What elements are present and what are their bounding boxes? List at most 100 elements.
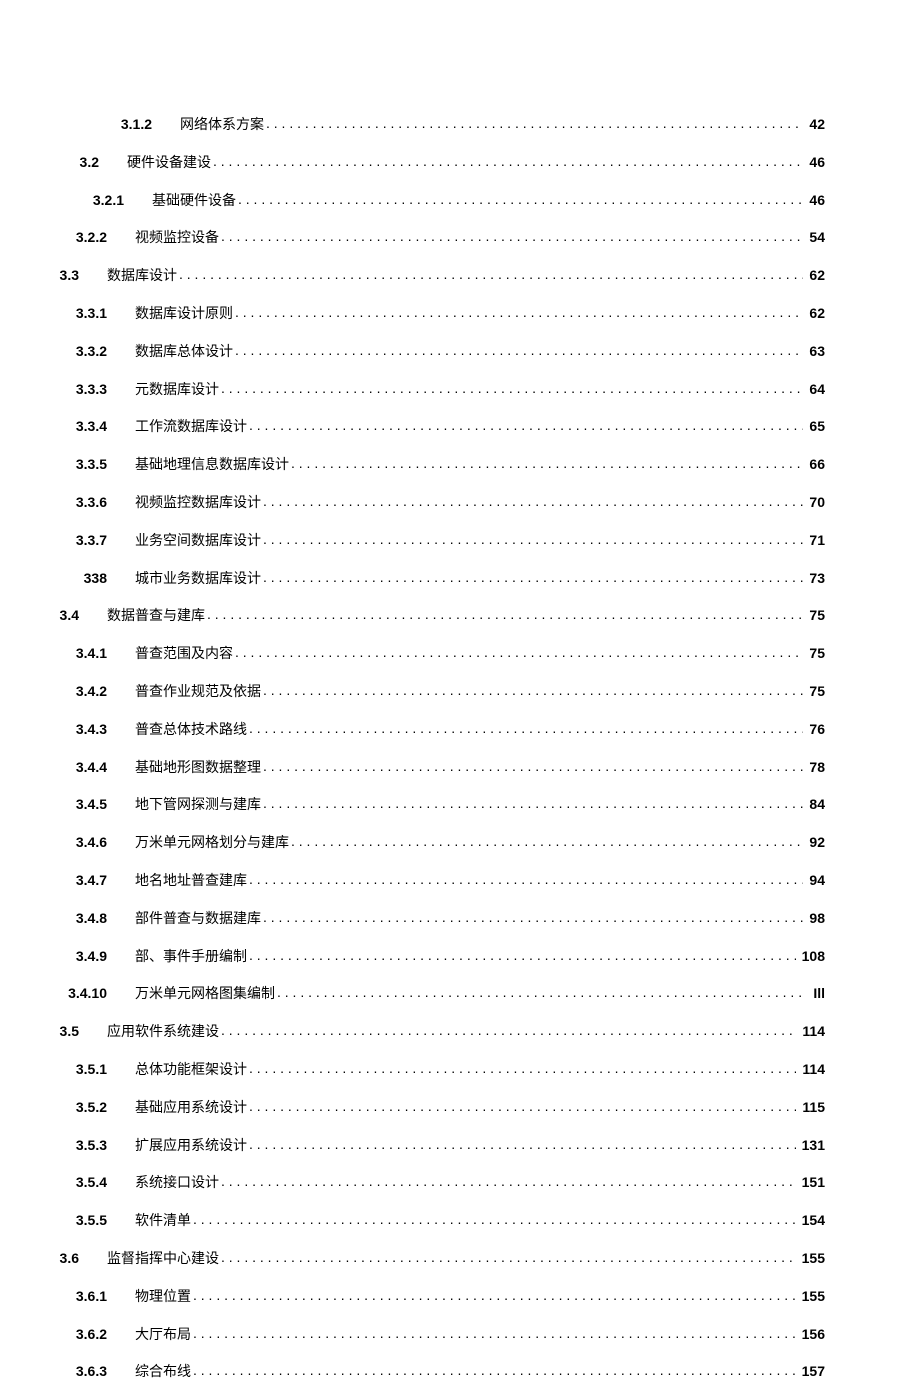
toc-entry: 3.3.6视频监控数据库设计70 xyxy=(0,493,825,513)
toc-entry-number: 3.5.3 xyxy=(0,1137,135,1154)
toc-entry-title: 数据库设计 xyxy=(107,269,177,286)
toc-leader-dots xyxy=(249,720,803,734)
toc-entry-page: 62 xyxy=(805,305,825,322)
toc-entry: 3.4.8部件普查与数据建库98 xyxy=(0,909,825,929)
toc-entry-title: 视频监控数据库设计 xyxy=(135,496,261,513)
toc-entry: 3.2.2视频监控设备54 xyxy=(0,228,825,248)
toc-entry: 3.1.2网络体系方案42 xyxy=(0,115,825,135)
toc-entry-title: 万米单元网格图集编制 xyxy=(135,987,275,1004)
toc-entry-title: 基础硬件设备 xyxy=(152,194,236,211)
toc-entry: 3.6.2大厅布局156 xyxy=(0,1325,825,1345)
toc-entry: 3.6.3综合布线157 xyxy=(0,1362,825,1382)
toc-entry: 3.5.4系统接口设计 151 xyxy=(0,1173,825,1193)
toc-entry-number: 3.5 xyxy=(0,1023,107,1040)
toc-entry-page: 66 xyxy=(805,456,825,473)
toc-entry-page: 63 xyxy=(805,343,825,360)
toc-entry-number: 3.3.2 xyxy=(0,343,135,360)
toc-entry-number: 3.6.1 xyxy=(0,1288,135,1305)
toc-entry-page: 64 xyxy=(805,381,825,398)
toc-entry-title: 数据库总体设计 xyxy=(135,345,233,362)
toc-entry-number: 3.1.2 xyxy=(0,116,180,133)
toc-entry-page: 114 xyxy=(798,1023,825,1040)
toc-leader-dots xyxy=(263,795,803,809)
toc-entry-page: 71 xyxy=(805,532,825,549)
toc-entry-number: 3.6 xyxy=(0,1250,107,1267)
toc-entry-number: 3.4 xyxy=(0,607,107,624)
toc-entry-number: 3.4.10 xyxy=(0,985,135,1002)
toc-leader-dots xyxy=(221,380,803,394)
toc-entry-number: 3.4.6 xyxy=(0,834,135,851)
toc-leader-dots xyxy=(221,1173,796,1187)
toc-entry-number: 3.4.5 xyxy=(0,796,135,813)
toc-entry-title: 元数据库设计 xyxy=(135,383,219,400)
toc-entry: 3.4.6万米单元网格划分与建库92 xyxy=(0,833,825,853)
toc-leader-dots xyxy=(263,682,803,696)
toc-entry: 3.3.1数据库设计原则62 xyxy=(0,304,825,324)
toc-leader-dots xyxy=(179,266,803,280)
toc-leader-dots xyxy=(263,909,803,923)
toc-leader-dots xyxy=(266,115,803,129)
toc-entry-number: 3.6.2 xyxy=(0,1326,135,1343)
toc-entry-title: 地下管网探测与建库 xyxy=(135,798,261,815)
toc-entry: 3.3.3元数据库设计 64 xyxy=(0,380,825,400)
toc-entry-title: 系统接口设计 xyxy=(135,1176,219,1193)
toc-entry: 3.3.4工作流数据库设计65 xyxy=(0,417,825,437)
toc-leader-dots xyxy=(221,1249,796,1263)
toc-entry: 338城市业务数据库设计73 xyxy=(0,569,825,589)
toc-entry-page: 54 xyxy=(805,229,825,246)
toc-entry-title: 应用软件系统建设 xyxy=(107,1025,219,1042)
toc-entry-title: 综合布线 xyxy=(135,1365,191,1382)
toc-entry: 3.6监督指挥中心建设155 xyxy=(0,1249,825,1269)
toc-leader-dots xyxy=(235,342,803,356)
toc-leader-dots xyxy=(263,531,803,545)
toc-entry-title: 视频监控设备 xyxy=(135,231,219,248)
toc-entry-page: 76 xyxy=(805,721,825,738)
toc-leader-dots xyxy=(213,153,803,167)
toc-entry-page: 46 xyxy=(805,154,825,171)
toc-entry-title: 数据库设计原则 xyxy=(135,307,233,324)
toc-entry: 3.3.5基础地理信息数据库设计66 xyxy=(0,455,825,475)
toc-entry-page: 94 xyxy=(805,872,825,889)
toc-entry-page: 98 xyxy=(805,910,825,927)
toc-leader-dots xyxy=(235,304,803,318)
toc-entry: 3.2硬件设备建设46 xyxy=(0,153,825,173)
toc-entry-page: 155 xyxy=(798,1288,825,1305)
toc-entry-page: 151 xyxy=(798,1174,825,1191)
toc-entry-title: 业务空间数据库设计 xyxy=(135,534,261,551)
toc-leader-dots xyxy=(263,569,803,583)
toc-entry-number: 3.3.3 xyxy=(0,381,135,398)
toc-leader-dots xyxy=(249,1098,796,1112)
toc-entry-number: 3.3.7 xyxy=(0,532,135,549)
toc-entry-title: 扩展应用系统设计 xyxy=(135,1139,247,1156)
toc-entry-number: 3.5.4 xyxy=(0,1174,135,1191)
toc-entry-title: 软件清单 xyxy=(135,1214,191,1231)
toc-entry-number: 338 xyxy=(0,570,135,587)
toc-entry-title: 总体功能框架设计 xyxy=(135,1063,247,1080)
toc-leader-dots xyxy=(193,1325,796,1339)
toc-entry-title: 普查总体技术路线 xyxy=(135,723,247,740)
toc-entry: 3.4.4基础地形图数据整理78 xyxy=(0,758,825,778)
toc-entry-number: 3.4.7 xyxy=(0,872,135,889)
toc-entry-page: 78 xyxy=(805,759,825,776)
toc-entry-number: 3.6.3 xyxy=(0,1363,135,1380)
toc-entry-page: 92 xyxy=(805,834,825,851)
toc-entry-title: 基础地形图数据整理 xyxy=(135,761,261,778)
toc-entry-title: 普查范围及内容 xyxy=(135,647,233,664)
toc-leader-dots xyxy=(221,228,803,242)
toc-entry-title: 工作流数据库设计 xyxy=(135,420,247,437)
toc-entry-page: 131 xyxy=(798,1137,825,1154)
toc-entry-number: 3.2 xyxy=(0,154,127,171)
toc-entry-title: 地名地址普查建库 xyxy=(135,874,247,891)
toc-entry-number: 3.3.5 xyxy=(0,456,135,473)
toc-entry-number: 3.4.2 xyxy=(0,683,135,700)
toc-entry-number: 3.5.5 xyxy=(0,1212,135,1229)
toc-leader-dots xyxy=(193,1211,796,1225)
toc-entry: 3.4.5地下管网探测与建库84 xyxy=(0,795,825,815)
toc-entry-title: 部、事件手册编制 xyxy=(135,950,247,967)
toc-entry-number: 3.3 xyxy=(0,267,107,284)
toc-entry: 3.5.1总体功能框架设计114 xyxy=(0,1060,825,1080)
toc-entry-number: 3.4.3 xyxy=(0,721,135,738)
toc-entry-title: 物理位置 xyxy=(135,1290,191,1307)
toc-entry-title: 大厅布局 xyxy=(135,1328,191,1345)
toc-leader-dots xyxy=(249,417,803,431)
